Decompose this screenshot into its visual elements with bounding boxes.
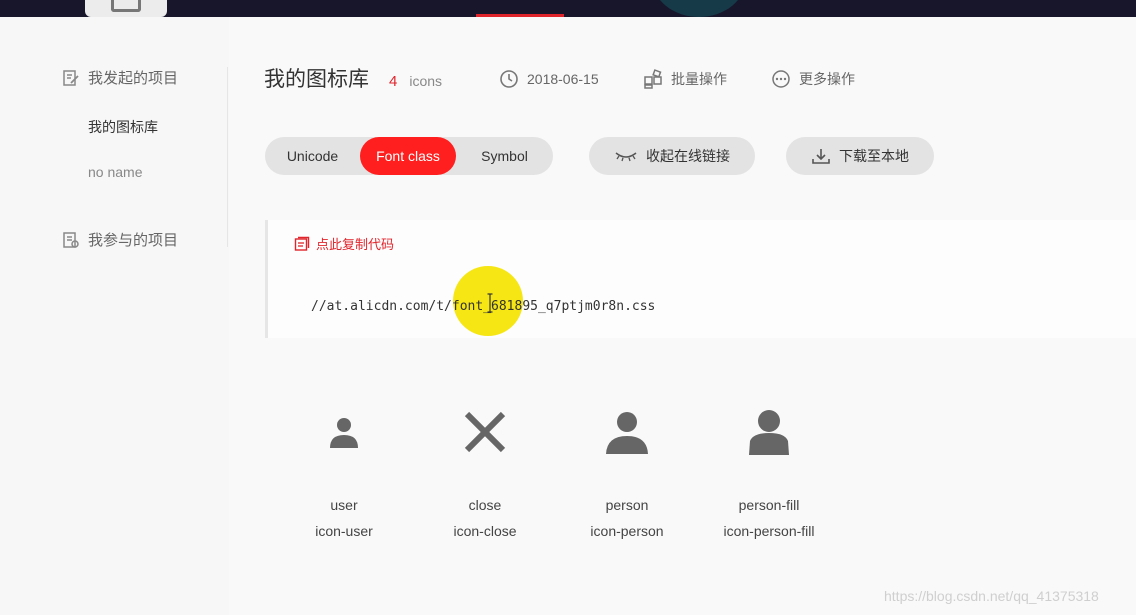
sidebar-group-created-label: 我发起的项目 (88, 70, 179, 87)
list-doc-icon (63, 231, 79, 248)
closed-eye-icon (615, 152, 637, 162)
logo-icon (111, 0, 141, 12)
sidebar-divider (227, 67, 228, 247)
icon-name: close (468, 497, 502, 513)
person-icon (606, 412, 648, 454)
text-cursor-icon (487, 293, 493, 313)
main-content: 我的图标库 4 icons 2018-06-15 批量操作 更多操作 Unico… (229, 17, 1136, 615)
icon-name: user (330, 497, 358, 513)
sidebar: 我发起的项目 我的图标库 no name 我参与的项目 (0, 17, 228, 615)
download-local-button[interactable]: 下载至本地 (786, 137, 934, 175)
collapse-online-link-label: 收起在线链接 (646, 148, 730, 164)
top-navigation-bar (0, 0, 1136, 17)
grid-icon (644, 69, 662, 89)
icon-class: icon-person (590, 523, 664, 539)
logo-tile[interactable] (85, 0, 167, 17)
icon-card-person-fill[interactable]: person-fill icon-person-fill (699, 407, 839, 539)
batch-operation-button[interactable]: 批量操作 (643, 69, 727, 89)
sidebar-group-joined[interactable]: 我参与的项目 (62, 229, 178, 250)
icon-count: 4 (389, 73, 398, 90)
more-operations-button[interactable]: 更多操作 (771, 69, 855, 89)
more-operations-label: 更多操作 (799, 71, 855, 87)
sidebar-group-created[interactable]: 我发起的项目 (62, 67, 178, 88)
icon-name: person-fill (738, 497, 800, 513)
user-avatar[interactable] (652, 0, 746, 17)
update-date: 2018-06-15 (527, 71, 599, 87)
title-row: 我的图标库 4 icons (264, 63, 442, 93)
close-icon (464, 411, 506, 453)
sidebar-item-no-name[interactable]: no name (88, 164, 142, 180)
tab-symbol[interactable]: Symbol (456, 137, 553, 175)
copy-code-link[interactable]: 点此复制代码 (294, 234, 394, 253)
css-link-url[interactable]: //at.alicdn.com/t/font_681895_q7ptjm0r8n… (311, 299, 655, 314)
clock-icon (500, 70, 518, 88)
copy-code-label: 点此复制代码 (316, 237, 395, 252)
more-dots-icon (772, 70, 790, 88)
date-info: 2018-06-15 (499, 69, 599, 89)
download-icon (812, 149, 830, 164)
code-panel: 点此复制代码 //at.alicdn.com/t/font_681895_q7p… (265, 220, 1136, 338)
icon-name: person (605, 497, 649, 513)
tab-font-class[interactable]: Font class (360, 137, 456, 175)
tab-unicode[interactable]: Unicode (265, 137, 360, 175)
icon-class: icon-person-fill (723, 523, 815, 539)
edit-doc-icon (63, 69, 79, 86)
download-local-label: 下载至本地 (839, 148, 909, 164)
icon-card-close[interactable]: close icon-close (415, 407, 555, 539)
icon-class: icon-user (315, 523, 373, 539)
copy-icon (294, 236, 310, 251)
person-fill-icon (749, 410, 789, 455)
page-title: 我的图标库 (264, 68, 369, 91)
batch-operation-label: 批量操作 (671, 71, 727, 87)
sidebar-item-my-icon-library[interactable]: 我的图标库 (88, 117, 158, 137)
sidebar-group-joined-label: 我参与的项目 (88, 232, 179, 249)
user-icon (330, 418, 358, 448)
icon-count-unit: icons (409, 73, 443, 89)
watermark: https://blog.csdn.net/qq_41375318 (884, 588, 1099, 604)
code-type-tabs: Unicode Font class Symbol (265, 137, 553, 175)
icon-card-user[interactable]: user icon-user (274, 407, 414, 539)
icon-class: icon-close (453, 523, 517, 539)
collapse-online-link-button[interactable]: 收起在线链接 (589, 137, 755, 175)
icon-card-person[interactable]: person icon-person (557, 407, 697, 539)
